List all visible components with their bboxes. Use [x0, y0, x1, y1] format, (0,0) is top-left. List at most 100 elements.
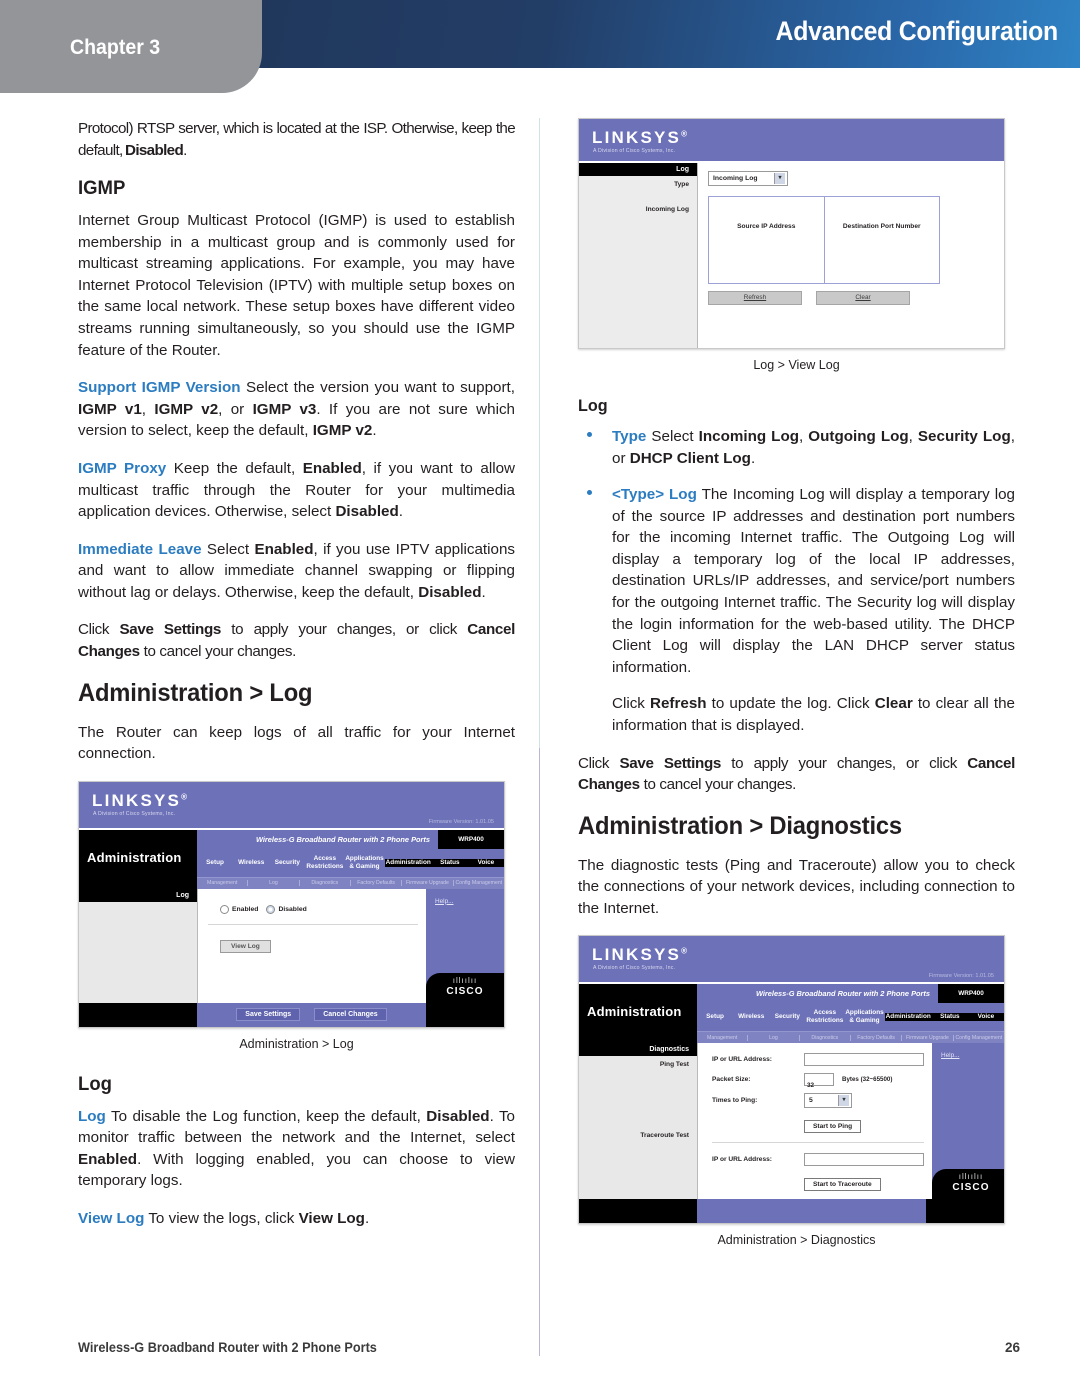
- tab-setup[interactable]: Setup: [197, 859, 233, 867]
- footer-page-number: 26: [1004, 1340, 1020, 1355]
- tab-applications-gaming[interactable]: Applications & Gaming: [344, 855, 384, 871]
- bt-b2: Outgoing Log: [808, 428, 909, 445]
- packet-size-label: Packet Size:: [712, 1076, 751, 1084]
- router-ui-view-log: LINKSYS® A Division of Cisco Systems, In…: [578, 118, 1005, 349]
- diag-tab-administration[interactable]: Administration: [884, 1013, 932, 1022]
- right-column: LINKSYS® A Division of Cisco Systems, In…: [578, 118, 1015, 1255]
- start-to-ping-button[interactable]: Start to Ping: [804, 1120, 862, 1134]
- start-to-traceroute-button[interactable]: Start to Traceroute: [804, 1178, 881, 1192]
- linksys-logo-diag: LINKSYS®: [592, 945, 689, 965]
- ping-ip-url-label: IP or URL Address:: [712, 1056, 772, 1064]
- linksys-logo-subtitle-viewlog: A Division of Cisco Systems, Inc.: [593, 148, 676, 154]
- tab-voice[interactable]: Voice: [467, 858, 504, 867]
- cisco-bridge-icon: ıllıılıı: [452, 975, 478, 985]
- subtab-log[interactable]: Log: [248, 880, 300, 887]
- subtab-firmware-upgrade[interactable]: Firmware Upgrade: [402, 880, 454, 887]
- chevron-down-icon-ping[interactable]: ▾: [838, 1095, 849, 1107]
- traceroute-ip-url-input[interactable]: [804, 1153, 924, 1167]
- rc-b2: Clear: [874, 695, 913, 713]
- radio-disabled-icon[interactable]: [266, 904, 276, 914]
- igmp-proxy-paragraph: IGMP Proxy Keep the default, Enabled, if…: [78, 458, 515, 523]
- diag-tab-applications-gaming[interactable]: Applications & Gaming: [844, 1009, 884, 1025]
- router-sidebar: Log: [79, 888, 198, 1003]
- save-settings-button[interactable]: Save Settings: [236, 1008, 301, 1022]
- tab-administration[interactable]: Administration: [384, 858, 432, 867]
- immediate-leave-paragraph: Immediate Leave Select Enabled, if you u…: [78, 539, 515, 604]
- diag-title-row: Wireless-G Broadband Router with 2 Phone…: [697, 984, 1004, 1004]
- bt-t3: ,: [908, 428, 918, 445]
- cancel-changes-button[interactable]: Cancel Changes: [314, 1008, 387, 1022]
- tab-wireless[interactable]: Wireless: [233, 859, 269, 867]
- vl-t2: .: [364, 1210, 370, 1228]
- view-log-button[interactable]: View Log: [220, 939, 271, 953]
- left-save-cancel-paragraph: Click Save Settings to apply your change…: [78, 619, 515, 662]
- linksys-logo-text-viewlog: LINKSYS: [592, 128, 682, 147]
- diag-tab-voice[interactable]: Voice: [967, 1013, 1004, 1022]
- diag-subtab-factory-defaults[interactable]: Factory Defaults: [851, 1034, 903, 1041]
- diag-body: Diagnostics Ping Test Traceroute Test IP…: [579, 1043, 1004, 1200]
- diag-subtab-firmware-upgrade[interactable]: Firmware Upgrade: [902, 1034, 954, 1041]
- diag-subtab-management[interactable]: Management: [697, 1034, 749, 1041]
- viewlog-body: Log Type Incoming Log Incoming Log ▾ Sou…: [579, 163, 1004, 348]
- diag-tab-access-restrictions[interactable]: Access Restrictions: [805, 1009, 844, 1025]
- rsc-t3: to cancel your changes.: [639, 776, 797, 794]
- packet-size-row: Packet Size: 32 Bytes (32~65500): [712, 1073, 924, 1089]
- subtab-config-management[interactable]: Config Management: [454, 880, 504, 886]
- help-link[interactable]: Help...: [435, 898, 453, 905]
- diag-help-link[interactable]: Help...: [941, 1052, 959, 1059]
- diag-subtab-config-management[interactable]: Config Management: [954, 1035, 1004, 1041]
- administration-log-paragraph: The Router can keep logs of all traffic …: [78, 723, 515, 763]
- packet-size-input[interactable]: 32: [804, 1073, 834, 1089]
- router-footer-left: [79, 1002, 197, 1027]
- cisco-logo: ıllıılıı CISCO: [426, 972, 504, 1003]
- diag-model: WRP400: [938, 984, 1004, 1004]
- diag-tab-setup[interactable]: Setup: [697, 1013, 733, 1021]
- ping-ip-url-input[interactable]: [804, 1053, 924, 1067]
- rsc-t2: to apply your changes, or click: [720, 754, 968, 772]
- diag-help-panel: Help... ıllıılıı CISCO: [932, 1043, 1004, 1200]
- log-radio-group[interactable]: Enabled Disabled: [220, 904, 418, 914]
- figure-administration-diagnostics: LINKSYS® A Division of Cisco Systems, In…: [578, 935, 1015, 1247]
- lsc-t1: Click: [78, 621, 120, 639]
- radio-disabled[interactable]: Disabled: [266, 904, 307, 914]
- viewlog-type-label: Type: [674, 181, 689, 188]
- diag-main-panel: IP or URL Address: Packet Size: 32 Bytes…: [698, 1043, 932, 1200]
- il-b1: Enabled: [254, 540, 314, 558]
- router-body: Log Enabled Disabled View Log Help... ıl…: [79, 888, 504, 1003]
- diag-subtab-diagnostics[interactable]: Diagnostics: [800, 1034, 851, 1041]
- diag-tab-security[interactable]: Security: [769, 1013, 805, 1021]
- subtab-diagnostics[interactable]: Diagnostics: [300, 880, 351, 887]
- diag-separator: [712, 1142, 924, 1144]
- radio-enabled-icon[interactable]: [220, 904, 229, 914]
- figure-caption-administration-diagnostics: Administration > Diagnostics: [717, 1233, 876, 1248]
- intro-bold: Disabled: [125, 141, 184, 159]
- radio-enabled[interactable]: Enabled: [220, 904, 258, 914]
- subtab-factory-defaults[interactable]: Factory Defaults: [351, 880, 403, 887]
- right-log-heading: Log: [578, 396, 608, 415]
- main-divider: [208, 923, 418, 925]
- log-type-select[interactable]: Incoming Log ▾: [708, 171, 788, 187]
- diag-ping-test-label: Ping Test: [659, 1061, 689, 1069]
- chevron-down-icon[interactable]: ▾: [774, 173, 785, 185]
- rc-t1: Click: [612, 695, 650, 713]
- support-igmp-version-paragraph: Support IGMP Version Select the version …: [78, 377, 515, 442]
- tab-security[interactable]: Security: [269, 859, 305, 867]
- diag-section-title-box: Administration: [579, 984, 697, 1044]
- subtab-management[interactable]: Management: [197, 880, 249, 887]
- firmware-version-label-diag: Firmware Version: 1.01.05: [928, 973, 994, 980]
- tab-access-restrictions[interactable]: Access Restrictions: [305, 855, 344, 871]
- clear-button[interactable]: Clear: [816, 291, 910, 305]
- diag-subtab-log[interactable]: Log: [748, 1034, 800, 1041]
- refresh-button[interactable]: Refresh: [708, 291, 802, 305]
- tab-status[interactable]: Status: [431, 858, 468, 867]
- linksys-logo-text-diag: LINKSYS: [592, 945, 682, 965]
- log-bullet-list: Type Select Incoming Log, Outgoing Log, …: [578, 426, 1015, 678]
- diag-tab-status[interactable]: Status: [931, 1013, 968, 1022]
- figure-administration-log: LINKSYS® A Division of Cisco Systems, In…: [78, 780, 515, 1051]
- bt-t2: ,: [799, 428, 809, 445]
- diag-section-title: Administration: [587, 1004, 682, 1020]
- diag-tab-wireless[interactable]: Wireless: [733, 1013, 769, 1021]
- router-footer-right: [426, 1002, 504, 1027]
- page-header: Advanced Configuration Chapter 3: [0, 0, 1080, 100]
- times-to-ping-select[interactable]: 5 ▾: [804, 1093, 852, 1109]
